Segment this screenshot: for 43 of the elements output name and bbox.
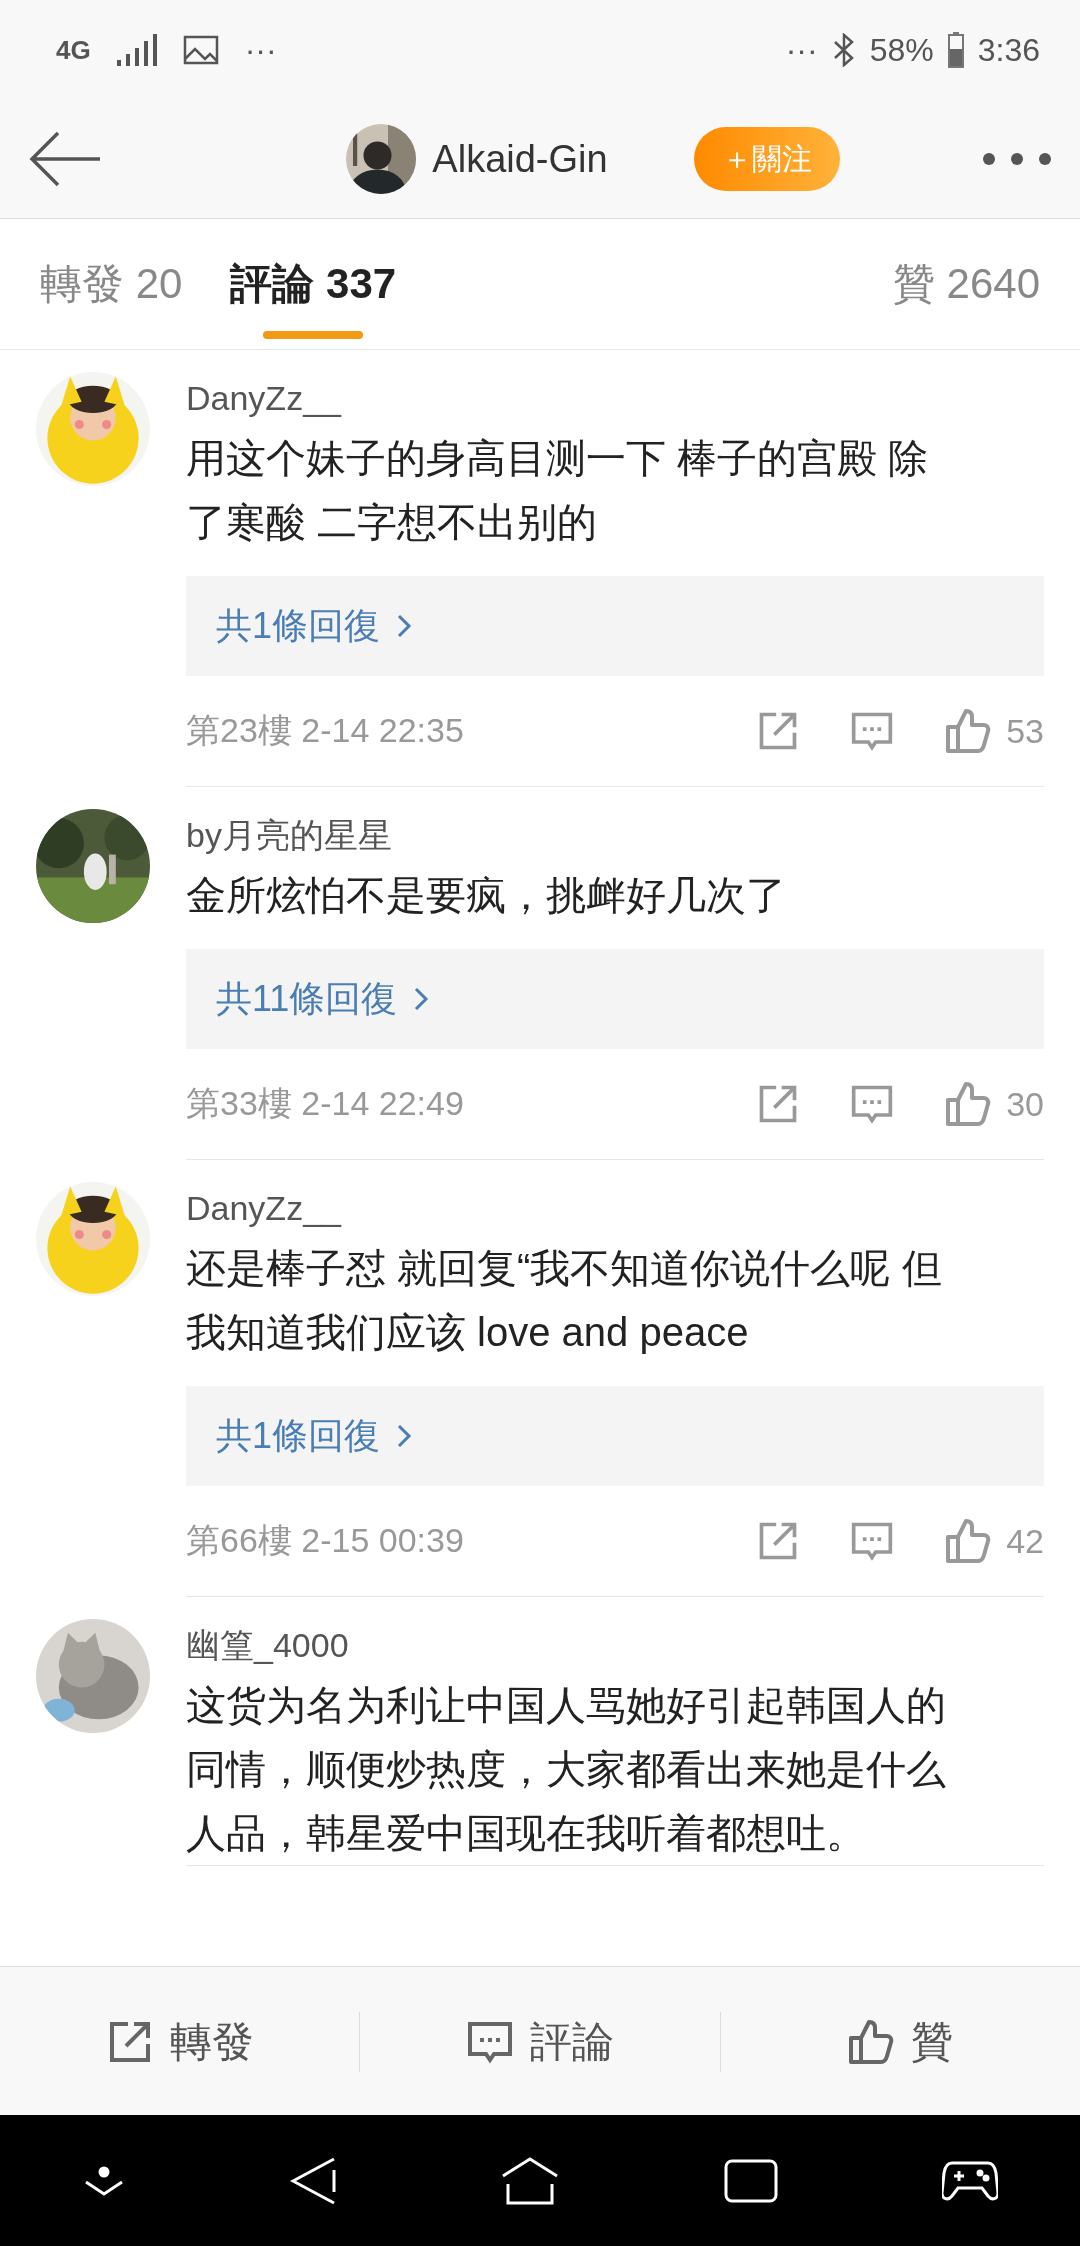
comment-text: 金所炫怕不是要疯，挑衅好几次了 <box>186 872 787 919</box>
network-indicator: 4G <box>56 34 91 66</box>
comment-text: 用这个妹子的身高目测一下 棒子的宫殿 除了寒酸 二字想不出别的 <box>186 435 930 546</box>
chevron-right-icon[interactable] <box>396 1423 413 1449</box>
tab[interactable]: 贊 2640 <box>892 219 1040 349</box>
battery-icon <box>947 32 964 68</box>
replies-link[interactable]: 共1條回復 <box>186 576 1044 676</box>
thumbs-up-icon[interactable] <box>944 1080 993 1128</box>
recents-icon[interactable] <box>724 2158 778 2203</box>
comment-text: 还是棒子怼 就回复“我不知道你说什么呢 但我知道我们应该 love and peace <box>186 1245 943 1356</box>
repost-button[interactable]: 轉發 <box>0 1991 360 2092</box>
more-icon[interactable] <box>982 152 1052 166</box>
username[interactable]: 幽篁_4000 <box>186 1619 1044 1671</box>
more-notifications: ··· <box>244 31 277 69</box>
battery-percent: 58% <box>869 31 934 69</box>
clock: 3:36 <box>977 31 1040 69</box>
tab[interactable]: 評論 337 <box>230 219 397 349</box>
username[interactable]: DanyZz__ <box>186 1182 1044 1234</box>
like-count: 53 <box>1006 711 1044 751</box>
thumbs-up-icon[interactable] <box>847 2017 896 2066</box>
username[interactable]: Alkaid-Gin <box>432 137 608 181</box>
comment-meta: 第33樓 2-14 22:49 <box>186 1083 464 1124</box>
like-button[interactable]: 贊 <box>720 1991 1080 2092</box>
signal-icon <box>116 34 157 66</box>
username[interactable]: DanyZz__ <box>186 372 1044 424</box>
more-notifications: ··· <box>785 31 818 69</box>
thumbs-up-icon[interactable] <box>944 707 993 755</box>
chevron-right-icon[interactable] <box>396 613 413 639</box>
comment-meta: 第23樓 2-14 22:35 <box>186 710 464 751</box>
chevron-right-icon[interactable] <box>413 986 430 1012</box>
like-count: 42 <box>1006 1521 1044 1561</box>
back-icon[interactable] <box>290 2155 336 2206</box>
like-count: 30 <box>1006 1084 1044 1124</box>
username[interactable]: by月亮的星星 <box>186 809 1044 861</box>
comment-text: 这货为名为利让中国人骂她好引起韩国人的同情，顺便炒热度，大家都看出来她是什么人品，韩星爱中国现在我听着都想吐。 <box>186 1682 947 1857</box>
image-icon <box>182 35 219 65</box>
comment-button[interactable]: 評論 <box>360 1991 720 2092</box>
comment-meta: 第66樓 2-15 00:39 <box>186 1520 464 1561</box>
replies-link[interactable]: 共11條回復 <box>186 949 1044 1049</box>
tab[interactable]: 轉發 20 <box>40 219 183 349</box>
home-icon[interactable] <box>500 2155 560 2206</box>
replies-link[interactable]: 共1條回復 <box>186 1386 1044 1486</box>
thumbs-up-icon[interactable] <box>944 1517 993 1565</box>
